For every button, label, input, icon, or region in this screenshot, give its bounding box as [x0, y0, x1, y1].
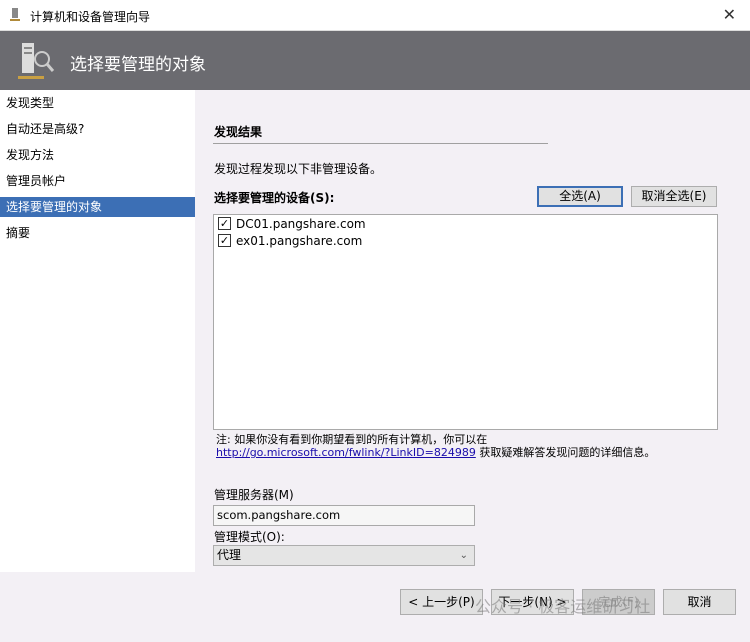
checkbox-checked-icon[interactable]: ✓	[218, 234, 231, 247]
back-button[interactable]: < 上一步(P)	[400, 589, 483, 615]
mode-label: 管理模式(O):	[214, 530, 285, 544]
help-link[interactable]: http://go.microsoft.com/fwlink/?LinkID=8…	[216, 446, 476, 459]
list-item[interactable]: ✓ DC01.pangshare.com	[214, 215, 717, 232]
note-suffix: 获取疑难解答发现问题的详细信息。	[475, 446, 656, 459]
wizard-steps: 发现类型 自动还是高级? 发现方法 管理员帐户 选择要管理的对象 摘要	[0, 90, 195, 572]
mode-value: 代理	[217, 548, 242, 562]
step-discovery-method[interactable]: 发现方法	[0, 142, 195, 168]
checkbox-checked-icon[interactable]: ✓	[218, 217, 231, 230]
note-text: 注: 如果你没有看到你期望看到的所有计算机，你可以在	[216, 433, 488, 446]
devices-label: 选择要管理的设备(S):	[214, 191, 335, 205]
deselect-all-button[interactable]: 取消全选(E)	[631, 186, 717, 207]
section-title: 发现结果	[214, 125, 263, 139]
description: 发现过程发现以下非管理设备。	[214, 162, 383, 176]
step-select-objects[interactable]: 选择要管理的对象	[0, 197, 195, 217]
server-label: 管理服务器(M)	[214, 488, 294, 502]
server-search-icon	[18, 43, 55, 79]
footer: < 上一步(P) 下一步(N) > 完成(F) 取消	[0, 572, 750, 642]
step-auto-or-advanced[interactable]: 自动还是高级?	[0, 116, 195, 142]
device-name: DC01.pangshare.com	[236, 216, 366, 231]
section-divider	[213, 143, 548, 144]
step-discovery-type[interactable]: 发现类型	[0, 90, 195, 116]
cancel-button[interactable]: 取消	[663, 589, 736, 615]
select-all-button[interactable]: 全选(A)	[537, 186, 623, 207]
page-title: 选择要管理的对象	[70, 55, 206, 75]
wizard-header: 选择要管理的对象	[0, 31, 750, 90]
title-bar: 计算机和设备管理向导 ✕	[0, 0, 750, 31]
note: 注: 如果你没有看到你期望看到的所有计算机，你可以在 http://go.mic…	[216, 433, 655, 459]
main-content: 发现结果 发现过程发现以下非管理设备。 选择要管理的设备(S): 全选(A) 取…	[195, 90, 750, 572]
mode-select[interactable]: 代理 ⌄	[213, 545, 475, 566]
device-list[interactable]: ✓ DC01.pangshare.com ✓ ex01.pangshare.com	[213, 214, 718, 430]
step-summary[interactable]: 摘要	[0, 220, 195, 246]
list-item[interactable]: ✓ ex01.pangshare.com	[214, 232, 717, 249]
window-title: 计算机和设备管理向导	[30, 10, 151, 24]
finish-button: 完成(F)	[582, 589, 655, 615]
next-button[interactable]: 下一步(N) >	[491, 589, 574, 615]
wizard-app-icon	[10, 8, 20, 21]
close-icon[interactable]: ✕	[723, 5, 736, 24]
server-field[interactable]: scom.pangshare.com	[213, 505, 475, 526]
step-admin-account[interactable]: 管理员帐户	[0, 168, 195, 194]
chevron-down-icon: ⌄	[459, 550, 468, 561]
device-name: ex01.pangshare.com	[236, 233, 363, 248]
